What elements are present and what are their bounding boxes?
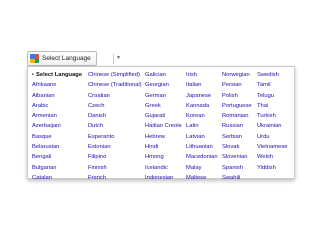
language-option[interactable]: Italian — [186, 80, 218, 90]
language-menu: • Select Language Afrikaans Albanian Arab… — [27, 66, 295, 181]
language-option[interactable]: Estonian — [88, 142, 142, 152]
language-option[interactable]: Czech — [88, 101, 142, 111]
language-option-label: Select Language — [36, 72, 83, 78]
language-option[interactable]: Persian — [222, 80, 252, 90]
language-option[interactable]: Swahili — [222, 173, 252, 183]
language-option[interactable]: Hebrew — [145, 132, 182, 142]
language-option[interactable]: Urdu — [257, 132, 288, 142]
language-option[interactable]: Greek — [145, 101, 182, 111]
language-option[interactable]: Thai — [257, 101, 288, 111]
language-option[interactable]: Albanian — [32, 91, 82, 101]
language-option[interactable]: Slovak — [222, 142, 252, 152]
language-option[interactable]: Dutch — [88, 121, 142, 131]
google-translate-icon — [30, 54, 39, 63]
language-option[interactable]: Norwegian — [222, 70, 252, 80]
language-option[interactable]: Welsh — [257, 152, 288, 162]
dropdown-label: Select Language — [42, 55, 91, 62]
chevron-down-icon[interactable]: ▼ — [116, 56, 121, 61]
language-option[interactable]: Finnish — [88, 163, 142, 173]
language-option[interactable]: Chinese (Simplified) — [88, 70, 142, 80]
language-option[interactable]: Swedish — [257, 70, 288, 80]
language-option[interactable]: Japanese — [186, 91, 218, 101]
language-option[interactable]: Lithuanian — [186, 142, 218, 152]
language-option-selected[interactable]: • Select Language — [32, 70, 82, 80]
language-option[interactable]: Spanish — [222, 163, 252, 173]
language-column: Swedish Tamil Telugu Thai Turkish Ukrain… — [257, 70, 288, 173]
language-option[interactable]: Afrikaans — [32, 80, 82, 90]
language-option[interactable]: Belarusian — [32, 142, 82, 152]
language-option[interactable]: Vietnamese — [257, 142, 288, 152]
language-option[interactable]: Serbian — [222, 132, 252, 142]
language-option[interactable]: Galician — [145, 70, 182, 80]
language-column: Galician Georgian German Greek Gujarati … — [145, 70, 182, 183]
dropdown-divider — [113, 54, 114, 64]
language-option[interactable]: Hindi — [145, 142, 182, 152]
language-option[interactable]: Basque — [32, 132, 82, 142]
language-option[interactable]: Slovenian — [222, 152, 252, 162]
language-option[interactable]: French — [88, 173, 142, 183]
language-option[interactable]: Ukrainian — [257, 121, 288, 131]
language-option[interactable]: Danish — [88, 111, 142, 121]
language-option[interactable]: Yiddish — [257, 163, 288, 173]
language-option[interactable]: Gujarati — [145, 111, 182, 121]
language-option[interactable]: Azerbaijani — [32, 121, 82, 131]
language-column: Chinese (Simplified) Chinese (Traditiona… — [88, 70, 142, 183]
language-option[interactable]: Latin — [186, 121, 218, 131]
language-option[interactable]: Armenian — [32, 111, 82, 121]
language-option[interactable]: Esperanto — [88, 132, 142, 142]
language-option[interactable]: Turkish — [257, 111, 288, 121]
language-option[interactable]: Portuguese — [222, 101, 252, 111]
language-option[interactable]: German — [145, 91, 182, 101]
language-option[interactable]: Georgian — [145, 80, 182, 90]
language-option[interactable]: Arabic — [32, 101, 82, 111]
language-option[interactable]: Korean — [186, 111, 218, 121]
language-option[interactable]: Chinese (Traditional) — [88, 80, 142, 90]
language-option[interactable]: Polish — [222, 91, 252, 101]
language-option[interactable]: Bulgarian — [32, 163, 82, 173]
language-option[interactable]: Tamil — [257, 80, 288, 90]
language-option[interactable]: Macedonian — [186, 152, 218, 162]
language-option[interactable]: Maltese — [186, 173, 218, 183]
language-option[interactable]: Kannada — [186, 101, 218, 111]
language-option[interactable]: Latvian — [186, 132, 218, 142]
language-column: • Select Language Afrikaans Albanian Arab… — [32, 70, 82, 183]
language-column: Irish Italian Japanese Kannada Korean La… — [186, 70, 218, 183]
language-column: Norwegian Persian Polish Portuguese Roma… — [222, 70, 252, 183]
language-option[interactable]: Icelandic — [145, 163, 182, 173]
language-option[interactable]: Romanian — [222, 111, 252, 121]
language-option[interactable]: Irish — [186, 70, 218, 80]
language-option[interactable]: Russian — [222, 121, 252, 131]
select-language-dropdown[interactable]: Select Language ▼ — [27, 51, 121, 66]
language-option[interactable]: Telugu — [257, 91, 288, 101]
language-option[interactable]: Bengali — [32, 152, 82, 162]
language-option[interactable]: Filipino — [88, 152, 142, 162]
language-option[interactable]: Croatian — [88, 91, 142, 101]
language-option[interactable]: Catalan — [32, 173, 82, 183]
language-option[interactable]: Haitian Creole — [145, 121, 182, 131]
language-option[interactable]: Indonesian — [145, 173, 182, 183]
language-option[interactable]: Malay — [186, 163, 218, 173]
language-option[interactable]: Hmong — [145, 152, 182, 162]
